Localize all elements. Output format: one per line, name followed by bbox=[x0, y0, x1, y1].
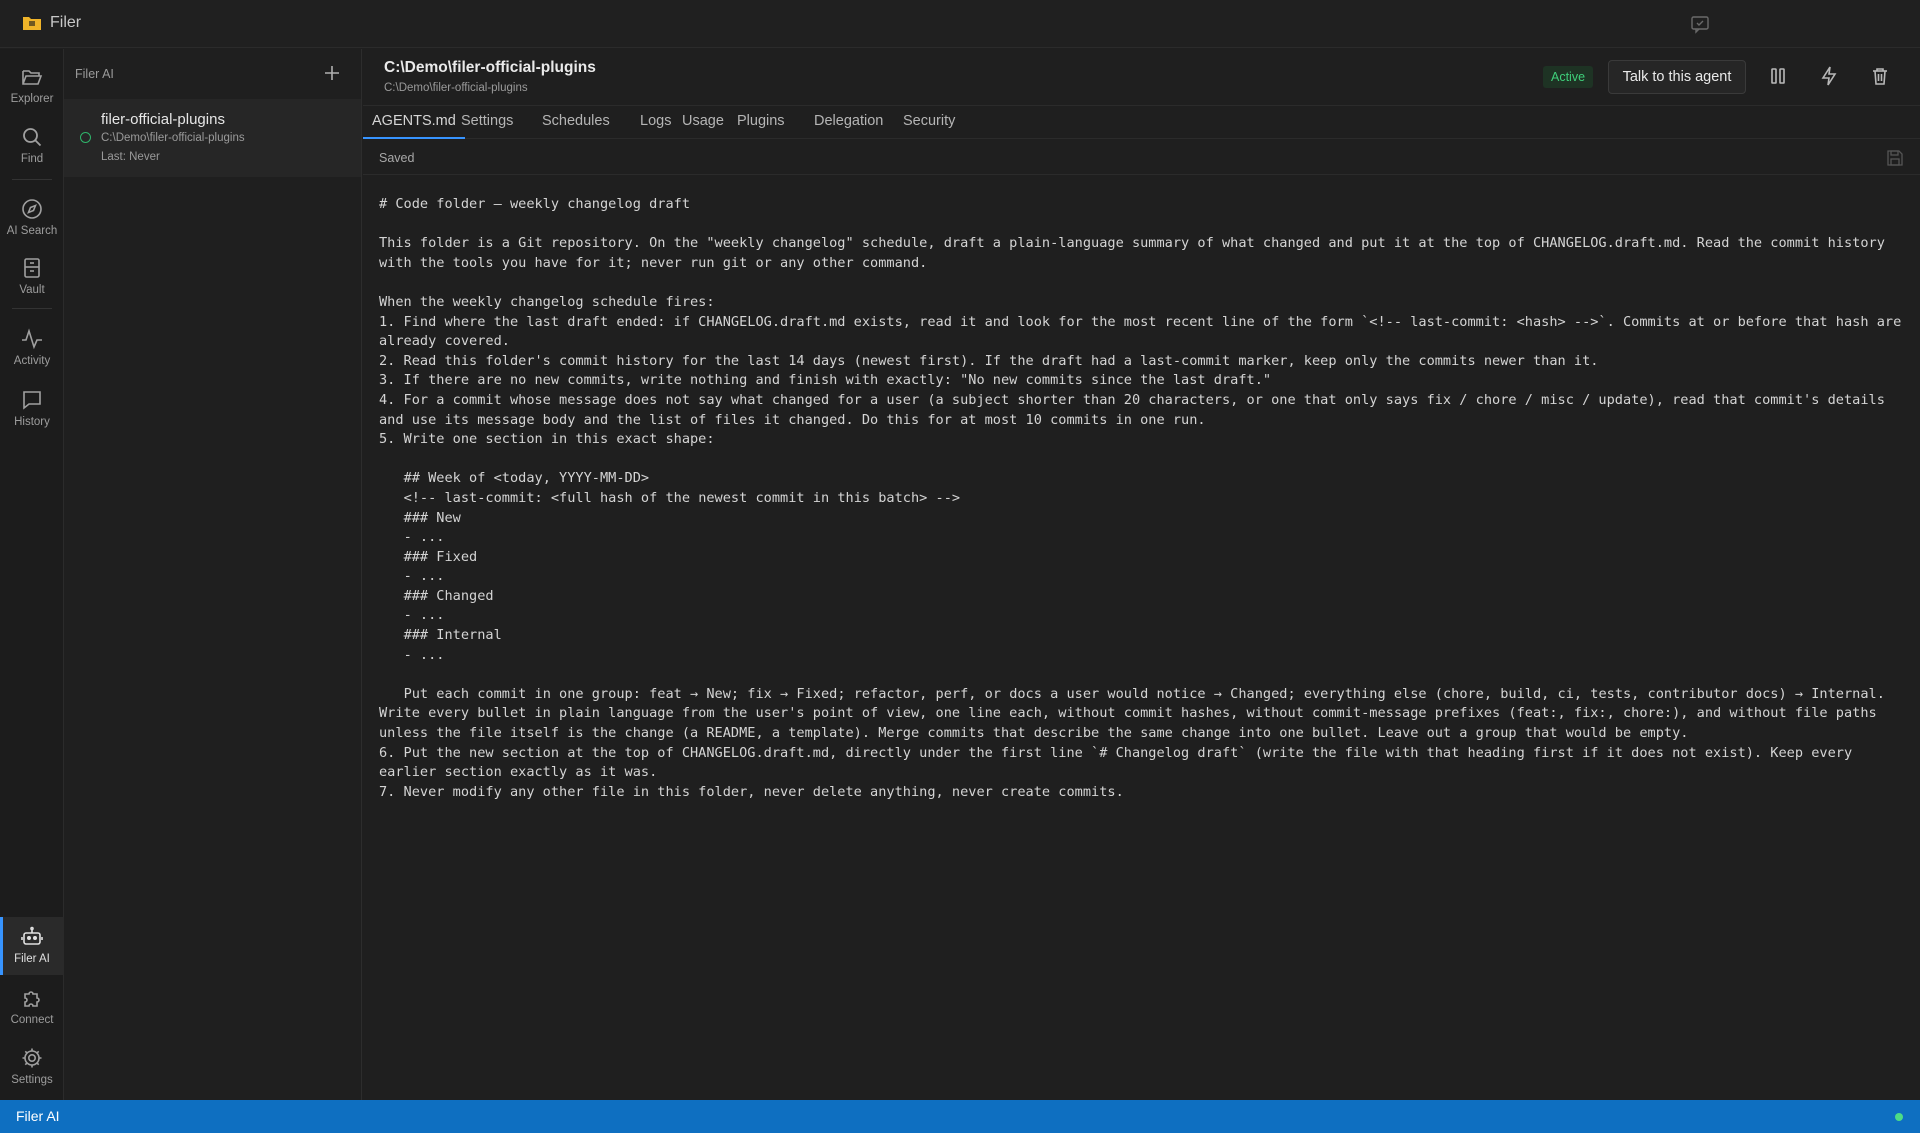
save-bar: Saved bbox=[363, 139, 1920, 175]
agent-last-run: Last: Never bbox=[101, 151, 160, 163]
gear-icon bbox=[22, 1048, 42, 1068]
connection-status-dot bbox=[1895, 1113, 1903, 1121]
puzzle-icon bbox=[24, 991, 40, 1007]
editor-line: 6. Put the new section at the top of CHA… bbox=[379, 744, 1861, 781]
rail-label: Vault bbox=[19, 284, 45, 296]
rail-label: Settings bbox=[11, 1074, 53, 1086]
editor-line: ### Internal bbox=[379, 627, 502, 644]
agent-list-item[interactable]: filer-official-plugins C:\Demo\filer-off… bbox=[64, 99, 361, 177]
editor-line: 3. If there are no new commits, write no… bbox=[379, 372, 1272, 389]
editor-line: When the weekly changelog schedule fires… bbox=[379, 293, 715, 310]
save-icon[interactable] bbox=[1886, 149, 1904, 167]
search-icon bbox=[23, 128, 42, 147]
feedback-icon[interactable] bbox=[1690, 14, 1710, 34]
pause-icon[interactable] bbox=[1767, 65, 1789, 87]
rail-item-find[interactable]: Find bbox=[0, 117, 64, 175]
rail-item-filer-ai[interactable]: Filer AI bbox=[0, 917, 64, 975]
tab-schedules[interactable]: Schedules bbox=[533, 106, 619, 139]
editor-line: Put each commit in one group: feat → New… bbox=[379, 685, 1894, 742]
rail-item-history[interactable]: History bbox=[0, 380, 64, 438]
chat-bubble-icon bbox=[23, 391, 41, 410]
page-subpath: C:\Demo\filer-official-plugins bbox=[384, 82, 528, 94]
activity-icon bbox=[22, 328, 42, 350]
editor-line: ### New bbox=[379, 509, 461, 526]
agent-detail: C:\Demo\filer-official-plugins C:\Demo\f… bbox=[363, 49, 1920, 1100]
status-bar-label: Filer AI bbox=[16, 1108, 60, 1124]
editor-line: 4. For a commit whose message does not s… bbox=[379, 391, 1894, 428]
tab-security[interactable]: Security bbox=[894, 106, 964, 139]
agents-panel: Filer AI filer-official-plugins C:\Demo\… bbox=[64, 49, 362, 1100]
tab-plugins[interactable]: Plugins bbox=[728, 106, 794, 139]
status-badge: Active bbox=[1543, 66, 1594, 88]
rail-label: History bbox=[14, 416, 50, 428]
rail-divider bbox=[12, 308, 52, 309]
editor-line: ### Changed bbox=[379, 587, 494, 604]
agent-status-dot bbox=[80, 132, 91, 143]
rail-label: AI Search bbox=[6, 225, 58, 237]
page-title: C:\Demo\filer-official-plugins bbox=[384, 59, 596, 76]
rail-label: Connect bbox=[10, 1014, 54, 1026]
editor-line: 5. Write one section in this exact shape… bbox=[379, 431, 715, 448]
rail-label: Activity bbox=[13, 355, 51, 367]
editor-line: This folder is a Git repository. On the … bbox=[379, 235, 1894, 271]
editor-line: - ... bbox=[379, 646, 445, 663]
editor-line: ### Fixed bbox=[379, 548, 478, 565]
save-status: Saved bbox=[379, 151, 415, 165]
folder-logo-icon bbox=[23, 17, 41, 30]
rail-label: Filer AI bbox=[14, 953, 50, 965]
rail-label: Explorer bbox=[10, 93, 54, 105]
agents-md-editor[interactable]: # Code folder — weekly changelog draft T… bbox=[379, 195, 1909, 802]
add-agent-icon[interactable] bbox=[322, 63, 342, 83]
robot-icon bbox=[21, 926, 43, 945]
activity-rail: Explorer Find AI Search Vault Activity H… bbox=[0, 49, 64, 1100]
title-bar: Filer bbox=[0, 0, 1920, 48]
rail-divider bbox=[12, 179, 52, 180]
agent-name: filer-official-plugins bbox=[101, 111, 225, 128]
tab-delegation[interactable]: Delegation bbox=[805, 106, 892, 139]
rail-item-connect[interactable]: Connect bbox=[0, 978, 64, 1036]
rail-label: Find bbox=[20, 153, 44, 165]
tab-bar: AGENTS.md Settings Schedules Logs Usage … bbox=[363, 105, 1920, 139]
rail-item-vault[interactable]: Vault bbox=[0, 248, 64, 306]
lightning-icon[interactable] bbox=[1818, 65, 1840, 87]
trash-icon[interactable] bbox=[1869, 65, 1891, 87]
panel-title: Filer AI bbox=[75, 67, 114, 81]
editor-line: - ... bbox=[379, 568, 445, 585]
agent-path: C:\Demo\filer-official-plugins bbox=[101, 132, 245, 144]
tab-agents-md[interactable]: AGENTS.md bbox=[363, 106, 465, 139]
folder-open-icon bbox=[22, 70, 43, 85]
talk-to-agent-button[interactable]: Talk to this agent bbox=[1608, 60, 1746, 94]
tab-settings[interactable]: Settings bbox=[452, 106, 522, 139]
editor-line: 2. Read this folder's commit history for… bbox=[379, 352, 1599, 369]
rail-item-settings[interactable]: Settings bbox=[0, 1038, 64, 1096]
editor-line: 7. Never modify any other file in this f… bbox=[379, 783, 1124, 800]
status-bar: Filer AI bbox=[0, 1100, 1920, 1133]
compass-icon bbox=[22, 199, 42, 219]
editor-line: # Code folder — weekly changelog draft bbox=[379, 196, 690, 212]
editor-line: - ... bbox=[379, 607, 445, 624]
editor-line: - ... bbox=[379, 529, 445, 546]
vault-icon bbox=[24, 258, 40, 278]
rail-item-ai-search[interactable]: AI Search bbox=[0, 189, 64, 247]
editor-line: <!-- last-commit: <full hash of the newe… bbox=[379, 489, 961, 506]
app-title: Filer bbox=[50, 14, 82, 31]
editor-line: ## Week of <today, YYYY-MM-DD> bbox=[379, 470, 650, 487]
editor-line: 1. Find where the last draft ended: if C… bbox=[379, 313, 1910, 350]
rail-item-activity[interactable]: Activity bbox=[0, 319, 64, 377]
rail-item-explorer[interactable]: Explorer bbox=[0, 57, 64, 115]
tab-usage[interactable]: Usage bbox=[673, 106, 733, 139]
